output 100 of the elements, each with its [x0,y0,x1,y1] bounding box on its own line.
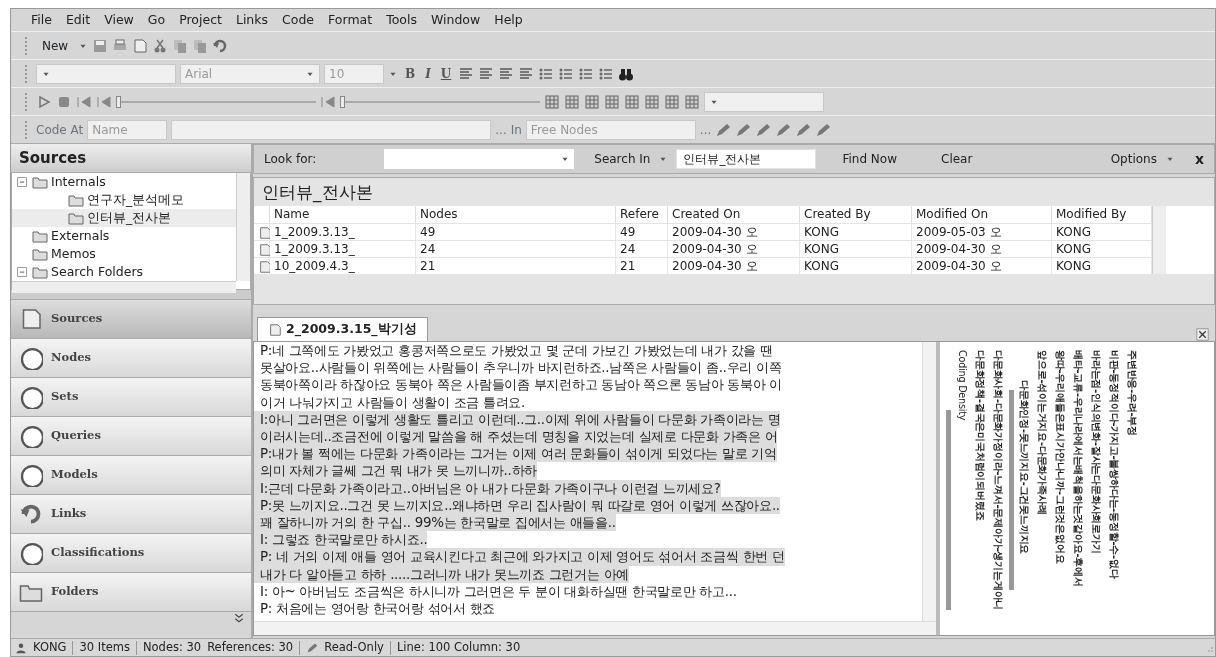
skip-back-icon[interactable] [76,93,92,110]
table-cell: 1_2009.3.13_ [270,240,416,257]
style-field[interactable] [36,63,176,84]
user-icon [15,641,27,654]
nav-button[interactable]: Nodes [11,339,251,378]
paste-icon[interactable] [192,37,209,54]
nav-button[interactable]: Sets [11,378,251,417]
menu-item[interactable]: Tools [386,10,417,30]
navigation-icon [19,424,43,448]
coding-density-label: Coding Density [956,350,969,423]
nav-button[interactable]: Queries [11,417,251,456]
table-cell: KONG [1052,257,1152,274]
table-icon[interactable] [544,93,560,110]
volume-slider-thumb[interactable] [116,95,121,108]
align-icon[interactable] [458,65,475,82]
menu-item[interactable]: Edit [65,10,91,30]
new-button[interactable]: New [36,36,75,55]
tree-item[interactable]: Memos [12,245,236,263]
clear-button[interactable]: Clear [941,150,973,168]
coding-icon[interactable] [795,121,812,138]
table-icon[interactable] [584,93,600,110]
folder-icon [32,246,48,262]
table-icon[interactable] [604,93,620,110]
document-tab[interactable]: 2_2009.3.15_박기성 [257,317,428,341]
rewind-icon[interactable] [96,93,112,110]
save-icon[interactable] [92,37,109,54]
align-icon[interactable] [518,65,535,82]
menu-item[interactable]: Project [179,10,222,30]
search-in-field[interactable]: 인터뷰_전사본 [676,149,817,169]
document-icon [258,259,272,274]
expander-icon[interactable] [16,265,29,279]
play-icon[interactable] [36,93,52,110]
skip-icon[interactable] [320,93,336,110]
table-cell: 21 [616,257,668,274]
align-icon[interactable] [478,65,495,82]
tree-item[interactable]: 인터뷰_전사본 [12,209,236,227]
read-only-icon [306,641,319,654]
browse-button[interactable]: ... [495,120,507,139]
align-icon[interactable] [498,65,515,82]
node-field[interactable] [171,119,492,140]
bold-button[interactable]: B [402,64,419,83]
undo-icon[interactable] [212,37,229,54]
menu-item[interactable]: Window [430,10,481,30]
menu-item[interactable]: File [31,10,52,30]
menu-item[interactable]: Code [282,10,315,30]
zoom-field[interactable] [704,91,824,112]
speed-slider-thumb[interactable] [340,95,345,108]
horizontal-scrollbar[interactable] [12,281,236,293]
coding-stripe-label: 비판-동정적이다-가지고-불쌍하다는-동정할-수-없다 [1108,350,1121,581]
tree-item[interactable]: 연구자_분석메모 [12,191,236,209]
text-line: I: 아~ 아버님도 조금씩은 하시니까 그러면은 두 분이 대화하실땐 한국말로만 하고... [259,582,737,601]
italic-button[interactable]: I [422,64,434,83]
table-icon[interactable] [664,93,680,110]
search-in-button[interactable]: Search In [594,150,651,168]
nav-button[interactable]: Folders [11,573,251,612]
navigation-icon [19,502,43,526]
menu-item[interactable]: Go [147,10,166,30]
list-title: 인터뷰_전사본 [261,181,374,205]
look-for-field[interactable] [384,149,575,169]
table-icon[interactable] [644,93,660,110]
table-cell: 49 [416,223,616,240]
coding-icon[interactable] [815,121,832,138]
table-icon[interactable] [564,93,580,110]
print-preview-icon[interactable] [132,37,149,54]
status-nodes: Nodes: 30 [142,638,202,657]
table-icon[interactable] [624,93,640,110]
horizontal-scrollbar[interactable] [254,621,936,635]
close-button[interactable]: x [1194,148,1204,170]
vertical-scrollbar[interactable] [1152,206,1166,274]
text-line: 이거 나눠가지고 사람들이 생활이 조금 틀려요. [259,393,526,411]
nav-button[interactable]: Models [11,456,251,495]
expand-icon[interactable] [233,612,245,624]
vertical-scrollbar[interactable] [236,173,250,281]
table-cell: KONG [1052,223,1152,240]
coding-icon[interactable] [735,121,752,138]
tree-item[interactable]: Search Folders [12,263,236,281]
nav-button[interactable]: Classifications [11,534,251,573]
coding-icon[interactable] [775,121,792,138]
tree-item[interactable]: Externals [12,227,236,245]
table-icon[interactable] [684,93,700,110]
options-button[interactable]: Options [1110,150,1157,168]
vertical-scrollbar[interactable] [922,342,936,621]
navigation-icon [19,346,43,370]
nav-button[interactable]: Sources [11,300,251,339]
menu-item[interactable]: View [104,10,134,30]
table-cell: 49 [616,223,668,240]
nav-button[interactable]: Links [11,495,251,534]
table-cell: KONG [800,240,912,257]
underline-button[interactable]: U [437,64,455,83]
coding-icon[interactable] [715,121,732,138]
menu-item[interactable]: Format [328,10,373,30]
copy-icon[interactable] [172,37,189,54]
status-items: 30 Items [79,638,130,656]
menu-item[interactable]: Help [494,10,523,30]
close-icon[interactable] [1196,328,1209,341]
expander-icon[interactable] [16,175,29,189]
coding-icon[interactable] [755,121,772,138]
menu-item[interactable]: Links [235,10,269,30]
find-now-button[interactable]: Find Now [842,150,897,168]
tree-item[interactable]: Internals [12,173,236,191]
